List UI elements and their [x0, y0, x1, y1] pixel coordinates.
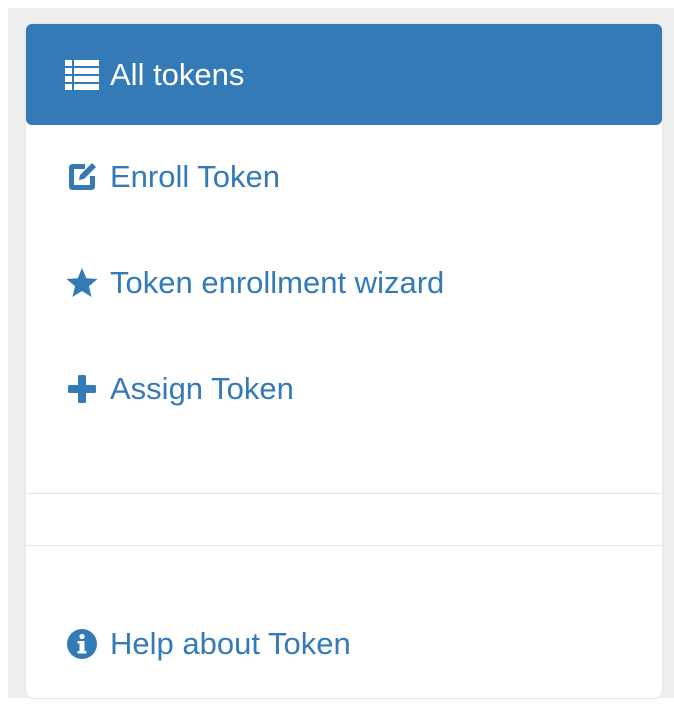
- star-icon: [64, 265, 100, 301]
- edit-icon: [64, 159, 100, 195]
- token-nav: All tokens Enroll Token Token enrollment…: [26, 24, 662, 698]
- help-label: Help about Token: [110, 626, 351, 661]
- nav-item-token-enrollment-wizard[interactable]: Token enrollment wizard: [26, 238, 662, 328]
- nav-item-all-tokens[interactable]: All tokens: [26, 24, 662, 125]
- page-background: All tokens Enroll Token Token enrollment…: [8, 8, 674, 698]
- help-about-token-link[interactable]: Help about Token: [26, 604, 662, 684]
- nav-item-label: Enroll Token: [110, 159, 281, 194]
- nav-item-label: Assign Token: [110, 371, 294, 406]
- list-icon: [64, 57, 100, 93]
- info-circle-icon: [64, 626, 100, 662]
- divider: [26, 493, 662, 494]
- plus-icon: [64, 371, 100, 407]
- nav-item-label: Token enrollment wizard: [110, 265, 445, 300]
- nav-item-enroll-token[interactable]: Enroll Token: [26, 132, 662, 222]
- nav-item-label: All tokens: [110, 56, 245, 92]
- nav-item-assign-token[interactable]: Assign Token: [26, 344, 662, 434]
- token-sidebar-panel: All tokens Enroll Token Token enrollment…: [26, 24, 662, 698]
- divider: [26, 545, 662, 546]
